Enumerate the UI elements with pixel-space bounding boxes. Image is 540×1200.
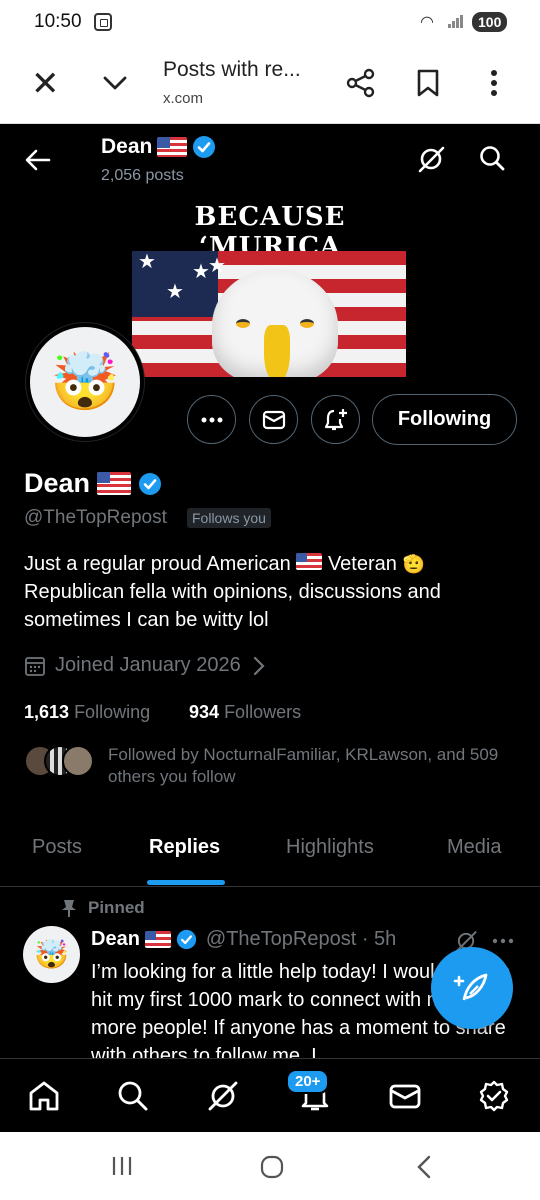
notifications-toggle-button[interactable] (311, 395, 360, 444)
system-navigation-bar (0, 1132, 540, 1200)
followers-label: Followers (224, 702, 302, 722)
bookmark-icon[interactable] (416, 69, 440, 97)
pin-icon (62, 900, 76, 917)
browser-toolbar: ✕ Posts with re... x.com (0, 46, 540, 124)
mutual-follower-avatars[interactable] (24, 745, 94, 779)
mail-icon[interactable] (388, 1079, 422, 1113)
more-horiz-icon[interactable] (492, 938, 514, 944)
star-icon: ★ (166, 281, 184, 303)
profile-handle: @TheTopRepost (24, 507, 167, 528)
more-horiz-icon (201, 417, 222, 422)
grok-icon[interactable] (206, 1079, 240, 1113)
chevron-right-icon (253, 656, 265, 675)
profile-avatar[interactable]: 🤯 (26, 323, 144, 441)
following-button[interactable]: Following (372, 394, 517, 445)
post-author-name[interactable]: Dean (91, 928, 140, 951)
share-icon[interactable] (346, 68, 376, 98)
bio-line-1b: Veteran (327, 553, 397, 575)
eagle-eye (300, 319, 314, 328)
more-options-button[interactable] (187, 395, 236, 444)
us-flag-icon (144, 931, 171, 948)
verified-badge-icon (139, 472, 162, 495)
search-icon[interactable] (116, 1079, 150, 1113)
wifi-icon: ◠ (420, 14, 434, 31)
eagle-beak (264, 325, 290, 377)
calendar-icon (25, 656, 45, 676)
bio-line-1: Just a regular proud American (24, 553, 291, 575)
message-button[interactable] (249, 395, 298, 444)
verified-badge-icon (176, 929, 197, 950)
notify-plus-icon (324, 408, 347, 430)
following-count: 1,613 (24, 702, 70, 722)
bottom-navigation (0, 1058, 540, 1132)
screenshot-icon (94, 13, 112, 31)
profile-bio: Just a regular proud American Veteran 🫡 … (24, 550, 504, 634)
compose-icon (453, 973, 488, 1001)
back-arrow-icon[interactable] (24, 146, 52, 174)
banner-image[interactable]: ★ ★ ★ ★ (132, 251, 406, 377)
tab-highlights[interactable]: Highlights (286, 836, 374, 859)
notifications-badge: 20+ (286, 1069, 330, 1094)
following-stat[interactable]: 1,613 Following (24, 702, 150, 723)
header-name-row: Dean (101, 135, 216, 159)
page-title: Posts with re... (163, 58, 301, 81)
post-header: Dean @TheTopRepost · 5h (91, 928, 396, 951)
followers-stat[interactable]: 934 Followers (189, 702, 301, 723)
verified-badge-icon (193, 136, 216, 158)
follows-you-badge: Follows you (187, 508, 271, 528)
pinned-label: Pinned (60, 898, 145, 918)
page-url: x.com (163, 90, 204, 107)
home-icon[interactable] (27, 1079, 61, 1113)
followed-by-text[interactable]: Followed by NocturnalFamiliar, KRLawson,… (108, 744, 518, 788)
chevron-down-icon[interactable] (102, 70, 128, 96)
home-button-icon[interactable] (259, 1154, 285, 1180)
following-label: Following (74, 702, 151, 722)
saluting-face-icon: 🫡 (402, 554, 425, 574)
profile-header: Dean 2,056 posts (0, 124, 540, 196)
followers-count: 934 (189, 702, 220, 722)
active-tab-indicator (147, 880, 225, 885)
close-icon[interactable]: ✕ (31, 67, 60, 101)
bio-line-3: sometimes I can be witty lol (24, 609, 269, 631)
compose-button[interactable] (431, 947, 513, 1029)
tab-posts[interactable]: Posts (32, 836, 82, 859)
avatar (62, 745, 94, 777)
communities-icon[interactable] (477, 1079, 511, 1113)
post-handle-time: @TheTopRepost · 5h (205, 928, 397, 950)
post-avatar[interactable]: 🤯 (23, 926, 80, 983)
status-bar: 10:50 ◠ 100 (0, 0, 540, 46)
tab-media[interactable]: Media (447, 836, 501, 859)
us-flag-icon (97, 472, 132, 495)
back-icon[interactable] (414, 1154, 434, 1180)
us-flag-icon (157, 137, 188, 157)
star-icon: ★ (208, 255, 226, 277)
post-count: 2,056 posts (101, 167, 184, 184)
battery-indicator: 100 (472, 12, 508, 32)
mail-icon (262, 410, 285, 429)
profile-name: Dean (24, 468, 91, 498)
eagle-eye (236, 319, 250, 328)
profile-tabs: Posts Replies Highlights Media (0, 820, 540, 887)
signal-icon (448, 14, 464, 28)
recent-apps-icon[interactable] (110, 1154, 134, 1178)
profile-name-row: Dean (24, 468, 162, 499)
eagle-head (212, 269, 338, 377)
joined-date[interactable]: Joined January 2026 (24, 654, 266, 677)
us-flag-icon (296, 553, 323, 570)
tab-replies[interactable]: Replies (149, 836, 220, 859)
star-icon: ★ (138, 251, 156, 273)
header-name: Dean (101, 135, 153, 158)
pinned-text: Pinned (88, 898, 145, 917)
status-time: 10:50 (34, 11, 82, 32)
search-icon[interactable] (478, 144, 506, 172)
joined-text: Joined January 2026 (55, 654, 241, 676)
more-vert-icon[interactable] (486, 68, 502, 98)
grok-icon[interactable] (416, 144, 446, 174)
bio-line-2: Republican fella with opinions, discussi… (24, 581, 441, 603)
